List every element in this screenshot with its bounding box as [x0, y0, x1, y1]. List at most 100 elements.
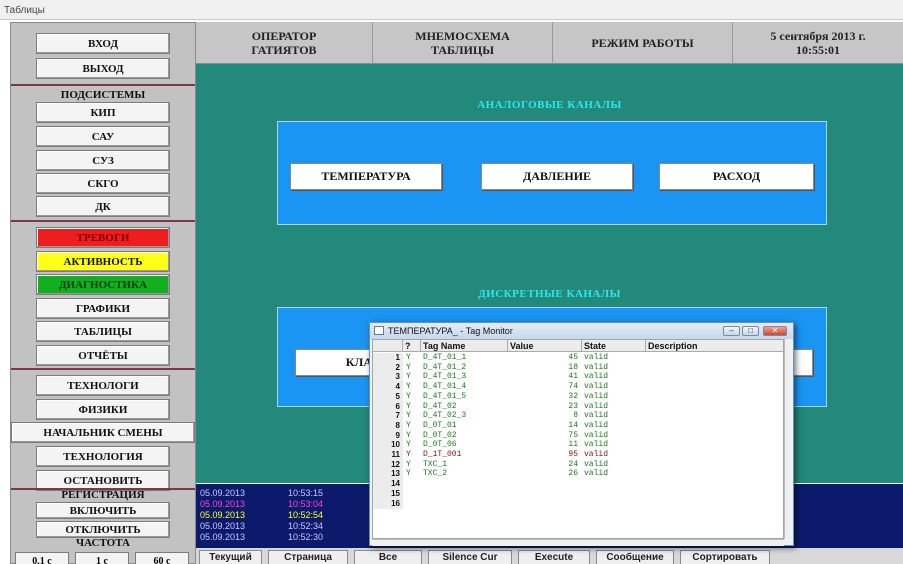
table-row[interactable]: 5 Y D_4T_01_5 32 valid	[373, 391, 783, 402]
bottom-tabs: Текущий Страница Все Silence Cur Execute…	[196, 548, 903, 564]
column-header[interactable]: Description	[646, 340, 783, 352]
sidebar: ВХОД ВЫХОД ПОДСИСТЕМЫ КИП САУ СУЗ СКГО Д…	[10, 22, 196, 564]
column-header[interactable]: ?	[403, 340, 421, 352]
frequency-1s-button[interactable]: 1 с	[75, 552, 129, 564]
enable-registration-button[interactable]: ВКЛЮЧИТЬ	[36, 502, 170, 519]
table-row[interactable]: 15	[373, 488, 783, 499]
silence-cur-button[interactable]: Silence Cur	[428, 550, 512, 564]
table-row[interactable]: 4 Y D_4T_01_4 74 valid	[373, 382, 783, 393]
alarm-row[interactable]: 05.09.2013 10:52:54	[196, 510, 396, 520]
table-row[interactable]: 12 Y TXC_1 24 valid	[373, 459, 783, 470]
tag-name-cell: D_4T_01_3	[423, 372, 467, 382]
alarm-row[interactable]: 05.09.2013 10:52:34	[196, 521, 396, 531]
table-row[interactable]: 14	[373, 479, 783, 490]
disable-registration-button[interactable]: ОТКЛЮЧИТЬ	[36, 521, 170, 538]
discrete-button[interactable]: КЛА	[295, 349, 375, 376]
reports-button[interactable]: ОТЧЁТЫ	[36, 345, 170, 366]
alarm-row[interactable]: 05.09.2013 10:52:30	[196, 532, 396, 542]
table-row[interactable]: 1 Y D_4T_01_1 45 valid	[373, 353, 783, 363]
alarm-date: 05.09.2013	[200, 532, 246, 542]
column-header[interactable]: State	[582, 340, 646, 352]
message-button[interactable]: Сообщение	[596, 550, 674, 564]
flag-cell: Y	[406, 382, 411, 392]
charts-button[interactable]: ГРАФИКИ	[36, 298, 170, 319]
row-number: 4	[373, 382, 403, 393]
alarm-date: 05.09.2013	[200, 488, 246, 498]
diagnostics-button[interactable]: ДИАГНОСТИКА	[36, 274, 170, 295]
flag-cell: Y	[406, 469, 411, 479]
login-button[interactable]: ВХОД	[36, 33, 170, 54]
row-number: 10	[373, 440, 403, 451]
vertical-scrollbar[interactable]	[784, 339, 793, 539]
value-cell: 23	[568, 401, 578, 411]
maximize-icon[interactable]: □	[742, 326, 759, 336]
table-row[interactable]: 6 Y D_4T_02 23 valid	[373, 401, 783, 412]
table-row[interactable]: 10 Y D_0T_06 11 valid	[373, 440, 783, 451]
state-cell: valid	[584, 391, 609, 401]
subsystem-dk-button[interactable]: ДК	[36, 196, 170, 217]
subsystem-kip-button[interactable]: КИП	[36, 102, 170, 123]
table-row[interactable]: 8 Y D_0T_01 14 valid	[373, 420, 783, 431]
alarm-time: 10:52:34	[288, 521, 324, 531]
horizontal-scrollbar[interactable]	[372, 539, 784, 546]
value-cell: 18	[568, 362, 578, 372]
flag-cell: Y	[406, 420, 411, 430]
subsystems-label: ПОДСИСТЕМЫ	[60, 89, 146, 101]
flag-cell: Y	[406, 362, 411, 372]
tables-button[interactable]: ТАБЛИЦЫ	[36, 321, 170, 342]
alarms-button[interactable]: ТРЕВОГИ	[36, 227, 170, 248]
frequency-01s-button[interactable]: 0,1 с	[15, 552, 69, 564]
flow-button[interactable]: РАСХОД	[659, 163, 814, 190]
state-cell: valid	[584, 353, 609, 362]
value-cell: 14	[568, 420, 578, 430]
flag-cell: Y	[406, 401, 411, 411]
subsystem-suz-button[interactable]: СУЗ	[36, 150, 170, 171]
column-header[interactable]: Value	[508, 340, 582, 352]
subsystem-sau-button[interactable]: САУ	[36, 126, 170, 147]
all-tab[interactable]: Все	[354, 550, 422, 564]
alarm-row[interactable]: 05.09.2013 10:53:15	[196, 488, 396, 498]
table-row[interactable]: 16	[373, 498, 783, 509]
work-mode[interactable]: РЕЖИМ РАБОТЫ	[553, 22, 733, 64]
row-number: 11	[373, 450, 403, 460]
row-number: 2	[373, 362, 403, 373]
tag-name-cell: D_4T_01_4	[423, 382, 467, 392]
table-row[interactable]: 11 Y D_1T_001 95 valid	[373, 450, 783, 460]
logout-button[interactable]: ВЫХОД	[36, 58, 170, 79]
divider	[11, 220, 195, 222]
physicists-button[interactable]: ФИЗИКИ	[36, 399, 170, 420]
flag-cell: Y	[406, 440, 411, 450]
row-number: 14	[373, 479, 403, 490]
table-row[interactable]: 2 Y D_4T_01_2 18 valid	[373, 362, 783, 373]
state-cell: valid	[584, 372, 609, 382]
tag-grid[interactable]: ? Tag Name Value State Description 1 Y D_4…	[372, 339, 784, 539]
sort-button[interactable]: Сортировать	[680, 550, 770, 564]
activity-button[interactable]: АКТИВНОСТЬ	[36, 251, 170, 272]
temperature-button[interactable]: ТЕМПЕРАТУРА	[290, 163, 442, 190]
close-icon[interactable]: ✕	[763, 326, 787, 336]
table-row[interactable]: 3 Y D_4T_01_3 41 valid	[373, 372, 783, 383]
tag-monitor-window[interactable]: ТЕМПЕРАТУРА_ - Tag Monitor – □ ✕ ? Tag N…	[369, 322, 794, 546]
column-header[interactable]: Tag Name	[421, 340, 508, 352]
current-tab[interactable]: Текущий	[199, 550, 262, 564]
tag-name-cell: D_0T_02	[423, 430, 457, 440]
technologists-button[interactable]: ТЕХНОЛОГИ	[36, 375, 170, 396]
row-number: 7	[373, 411, 403, 422]
shift-supervisor-button[interactable]: НАЧАЛЬНИК СМЕНЫ	[11, 422, 195, 443]
frequency-60s-button[interactable]: 60 с	[135, 552, 189, 564]
alarm-row[interactable]: 05.09.2013 10:53:04	[196, 499, 396, 509]
page-tab[interactable]: Страница	[268, 550, 348, 564]
pressure-button[interactable]: ДАВЛЕНИЕ	[481, 163, 633, 190]
minimize-icon[interactable]: –	[723, 326, 740, 336]
table-row[interactable]: 13 Y TXC_2 26 valid	[373, 469, 783, 480]
state-cell: valid	[584, 362, 609, 372]
state-cell: valid	[584, 382, 609, 392]
table-row[interactable]: 7 Y D_4T_02_3 8 valid	[373, 411, 783, 422]
technology-button[interactable]: ТЕХНОЛОГИЯ	[36, 446, 170, 467]
tag-name-cell: D_4T_01_2	[423, 362, 467, 372]
state-cell: valid	[584, 420, 609, 430]
table-row[interactable]: 9 Y D_0T_02 75 valid	[373, 430, 783, 441]
subsystem-skgo-button[interactable]: СКГО	[36, 173, 170, 194]
divider	[11, 368, 195, 370]
execute-button[interactable]: Execute	[518, 550, 590, 564]
